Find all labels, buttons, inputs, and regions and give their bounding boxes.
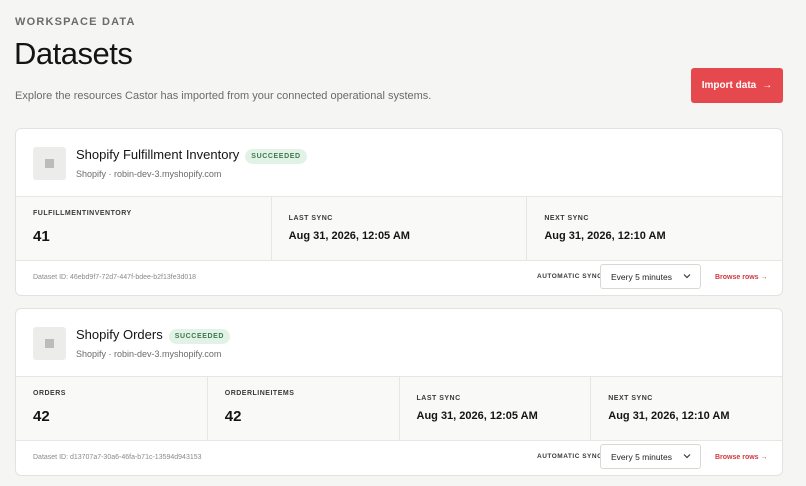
dataset-card-footer: Dataset ID: 46ebd9f7-72d7-447f-bdee-b2f1… [16, 261, 782, 295]
chevron-down-icon [683, 454, 691, 459]
stat-next-sync: NEXT SYNC Aug 31, 2026, 12:10 AM [527, 197, 782, 260]
stat-label: ORDERS [33, 390, 66, 397]
dataset-name[interactable]: Shopify Fulfillment Inventory SUCCEEDED [76, 147, 307, 164]
chevron-down-icon [683, 274, 691, 279]
stat-value: 42 [33, 408, 50, 425]
dataset-name-text: Shopify Orders [76, 327, 163, 342]
page-subtitle: Explore the resources Castor has importe… [15, 90, 432, 102]
stat-value: 41 [33, 228, 50, 245]
stat-value: Aug 31, 2026, 12:10 AM [608, 410, 730, 422]
sync-interval-select[interactable]: Every 5 minutes [600, 444, 701, 469]
stat-last-sync: LAST SYNC Aug 31, 2026, 12:05 AM [400, 377, 592, 440]
dataset-stats: ORDERS 42 ORDERLINEITEMS 42 LAST SYNC Au… [16, 377, 782, 441]
dataset-card-header: Shopify Fulfillment Inventory SUCCEEDED S… [16, 129, 782, 197]
stat-label: FULFILLMENTINVENTORY [33, 210, 132, 217]
stat-label: ORDERLINEITEMS [224, 390, 295, 397]
dataset-card: Shopify Fulfillment Inventory SUCCEEDED S… [15, 128, 783, 296]
stat-value: Aug 31, 2026, 12:05 AM [288, 230, 410, 242]
sync-interval-select[interactable]: Every 5 minutes [600, 264, 701, 289]
stat-count: ORDERS 42 [16, 377, 208, 440]
dataset-placeholder-icon [45, 159, 54, 168]
stat-next-sync: NEXT SYNC Aug 31, 2026, 12:10 AM [591, 377, 782, 440]
dataset-thumbnail [33, 147, 66, 180]
stat-last-sync: LAST SYNC Aug 31, 2026, 12:05 AM [272, 197, 528, 260]
dataset-name-text: Shopify Fulfillment Inventory [76, 147, 240, 162]
dataset-placeholder-icon [45, 339, 54, 348]
stat-count: FULFILLMENTINVENTORY 41 [16, 197, 272, 260]
stat-value: Aug 31, 2026, 12:10 AM [544, 230, 666, 242]
stat-label: LAST SYNC [416, 395, 461, 402]
dataset-source: Shopify · robin-dev-3.myshopify.com [76, 349, 222, 359]
dataset-card-footer: Dataset ID: d13707a7-30a6-46fa-b71c-1359… [16, 441, 782, 475]
dataset-stats: FULFILLMENTINVENTORY 41 LAST SYNC Aug 31… [16, 197, 782, 261]
automatic-sync-label: AUTOMATIC SYNC [537, 273, 603, 280]
stat-label: NEXT SYNC [608, 395, 653, 402]
dataset-card-header: Shopify Orders SUCCEEDED Shopify · robin-… [16, 309, 782, 377]
automatic-sync-label: AUTOMATIC SYNC [537, 453, 603, 460]
stat-value: 42 [224, 408, 242, 425]
sync-interval-value: Every 5 minutes [611, 271, 672, 282]
dataset-name[interactable]: Shopify Orders SUCCEEDED [76, 327, 231, 344]
stat-label: NEXT SYNC [544, 215, 589, 222]
arrow-right-icon: → [762, 80, 773, 91]
stat-value: Aug 31, 2026, 12:05 AM [416, 410, 538, 422]
status-badge: SUCCEEDED [245, 149, 307, 164]
dataset-id: Dataset ID: 46ebd9f7-72d7-447f-bdee-b2f1… [33, 274, 197, 281]
dataset-card: Shopify Orders SUCCEEDED Shopify · robin-… [15, 308, 783, 476]
status-badge: SUCCEEDED [168, 329, 231, 344]
sync-interval-value: Every 5 minutes [611, 451, 672, 462]
dataset-source: Shopify · robin-dev-3.myshopify.com [76, 169, 222, 179]
page-title: Datasets [14, 36, 133, 71]
import-data-button[interactable]: Import data → [691, 68, 783, 103]
stat-label: LAST SYNC [288, 215, 333, 222]
browse-rows-link[interactable]: Browse rows → [715, 454, 768, 461]
dataset-thumbnail [33, 327, 66, 360]
dataset-id: Dataset ID: d13707a7-30a6-46fa-b71c-1359… [33, 454, 202, 461]
import-data-label: Import data [701, 80, 757, 91]
page-eyebrow: WORKSPACE DATA [15, 16, 136, 28]
stat-count: ORDERLINEITEMS 42 [208, 377, 400, 440]
browse-rows-link[interactable]: Browse rows → [715, 274, 768, 281]
